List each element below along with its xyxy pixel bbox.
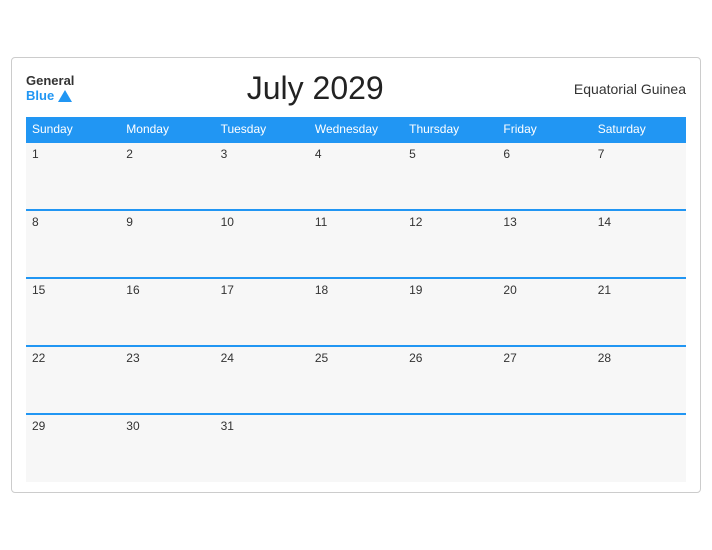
day-number: 15: [32, 283, 45, 297]
day-number: 14: [598, 215, 611, 229]
calendar-day-cell: 27: [497, 346, 591, 414]
calendar-day-cell: 31: [215, 414, 309, 482]
calendar-week-row: 15 16 17 18 19 20 21: [26, 278, 686, 346]
calendar-day-cell: 11: [309, 210, 403, 278]
header-wednesday: Wednesday: [309, 117, 403, 142]
header-friday: Friday: [497, 117, 591, 142]
header-monday: Monday: [120, 117, 214, 142]
calendar-day-cell: 13: [497, 210, 591, 278]
calendar-day-cell: [497, 414, 591, 482]
logo-general-text: General: [26, 74, 74, 88]
day-number: 3: [221, 147, 228, 161]
calendar-header: General Blue July 2029 Equatorial Guinea: [26, 70, 686, 107]
day-number: 10: [221, 215, 234, 229]
calendar-day-cell: 29: [26, 414, 120, 482]
calendar-day-cell: 26: [403, 346, 497, 414]
calendar-day-cell: 16: [120, 278, 214, 346]
day-number: 29: [32, 419, 45, 433]
day-number: 20: [503, 283, 516, 297]
calendar-day-cell: 7: [592, 142, 686, 210]
calendar-day-cell: 22: [26, 346, 120, 414]
calendar-day-cell: 20: [497, 278, 591, 346]
day-number: 19: [409, 283, 422, 297]
calendar-title: July 2029: [74, 70, 556, 107]
calendar-day-cell: [592, 414, 686, 482]
day-number: 18: [315, 283, 328, 297]
day-number: 30: [126, 419, 139, 433]
calendar-day-cell: 1: [26, 142, 120, 210]
day-number: 31: [221, 419, 234, 433]
day-number: 9: [126, 215, 133, 229]
calendar-day-cell: 15: [26, 278, 120, 346]
day-number: 28: [598, 351, 611, 365]
day-number: 26: [409, 351, 422, 365]
day-number: 12: [409, 215, 422, 229]
calendar-day-cell: 30: [120, 414, 214, 482]
calendar-day-cell: 6: [497, 142, 591, 210]
calendar-day-cell: [403, 414, 497, 482]
header-tuesday: Tuesday: [215, 117, 309, 142]
calendar-week-row: 1 2 3 4 5 6 7: [26, 142, 686, 210]
calendar-day-cell: 24: [215, 346, 309, 414]
day-number: 22: [32, 351, 45, 365]
calendar-day-cell: 3: [215, 142, 309, 210]
weekday-header-row: Sunday Monday Tuesday Wednesday Thursday…: [26, 117, 686, 142]
day-number: 7: [598, 147, 605, 161]
day-number: 4: [315, 147, 322, 161]
header-thursday: Thursday: [403, 117, 497, 142]
day-number: 24: [221, 351, 234, 365]
day-number: 17: [221, 283, 234, 297]
calendar-week-row: 22 23 24 25 26 27 28: [26, 346, 686, 414]
header-saturday: Saturday: [592, 117, 686, 142]
calendar-thead: Sunday Monday Tuesday Wednesday Thursday…: [26, 117, 686, 142]
calendar-day-cell: 12: [403, 210, 497, 278]
calendar-day-cell: [309, 414, 403, 482]
logo: General Blue: [26, 74, 74, 103]
calendar-day-cell: 10: [215, 210, 309, 278]
calendar-day-cell: 4: [309, 142, 403, 210]
day-number: 21: [598, 283, 611, 297]
day-number: 23: [126, 351, 139, 365]
calendar-day-cell: 8: [26, 210, 120, 278]
calendar-day-cell: 2: [120, 142, 214, 210]
day-number: 16: [126, 283, 139, 297]
logo-triangle-icon: [58, 90, 72, 102]
day-number: 11: [315, 215, 327, 229]
calendar-body: 1234567891011121314151617181920212223242…: [26, 142, 686, 482]
day-number: 13: [503, 215, 516, 229]
calendar-week-row: 8 9 10 11 12 13 14: [26, 210, 686, 278]
calendar-day-cell: 19: [403, 278, 497, 346]
logo-blue-text: Blue: [26, 89, 72, 103]
calendar-day-cell: 14: [592, 210, 686, 278]
calendar-day-cell: 18: [309, 278, 403, 346]
calendar-day-cell: 23: [120, 346, 214, 414]
calendar-day-cell: 25: [309, 346, 403, 414]
calendar-region: Equatorial Guinea: [556, 81, 686, 97]
calendar-day-cell: 28: [592, 346, 686, 414]
calendar-week-row: 29 30 31: [26, 414, 686, 482]
day-number: 25: [315, 351, 328, 365]
day-number: 27: [503, 351, 516, 365]
calendar-day-cell: 9: [120, 210, 214, 278]
day-number: 1: [32, 147, 39, 161]
day-number: 6: [503, 147, 510, 161]
calendar-day-cell: 17: [215, 278, 309, 346]
day-number: 8: [32, 215, 39, 229]
day-number: 2: [126, 147, 133, 161]
calendar-day-cell: 5: [403, 142, 497, 210]
header-sunday: Sunday: [26, 117, 120, 142]
calendar-day-cell: 21: [592, 278, 686, 346]
calendar-container: General Blue July 2029 Equatorial Guinea…: [11, 57, 701, 493]
calendar-grid: Sunday Monday Tuesday Wednesday Thursday…: [26, 117, 686, 482]
day-number: 5: [409, 147, 416, 161]
